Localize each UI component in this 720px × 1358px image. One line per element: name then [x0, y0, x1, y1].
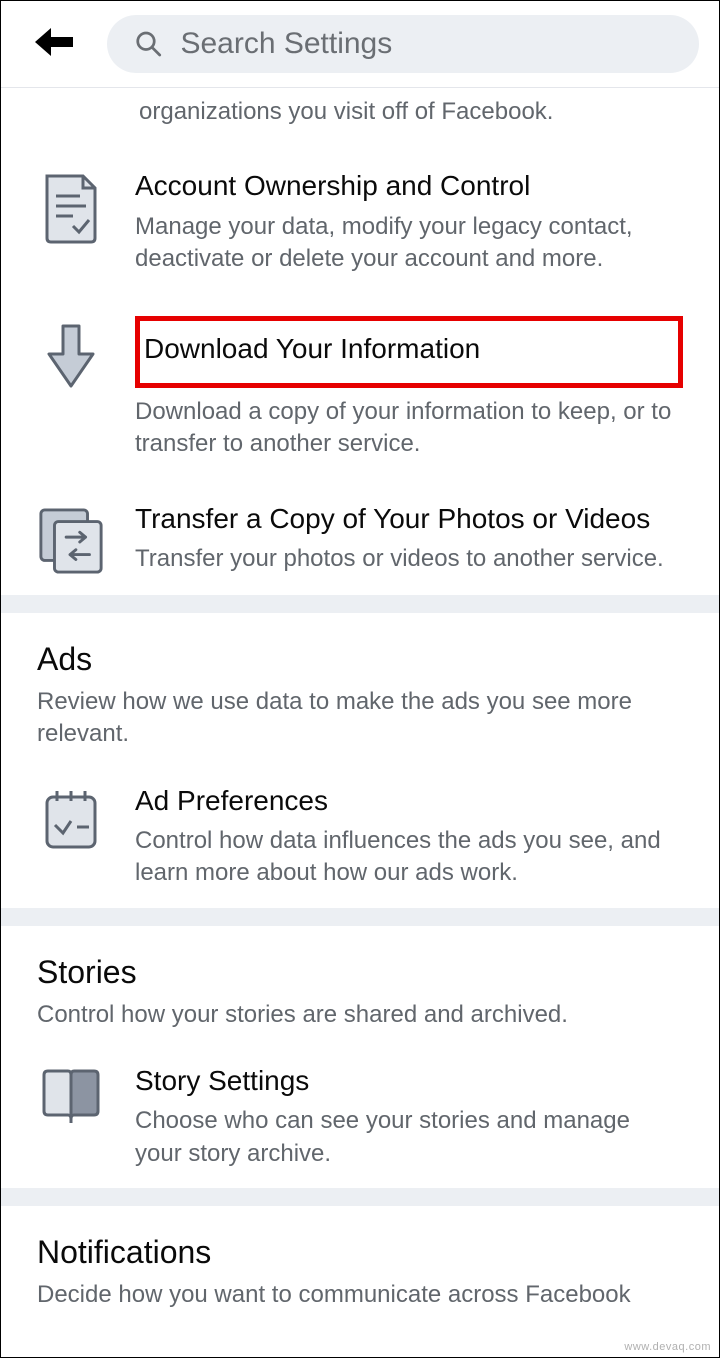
download-arrow-icon — [37, 316, 105, 392]
section-divider — [1, 908, 719, 926]
header — [1, 1, 719, 88]
book-icon — [37, 1063, 105, 1127]
item-transfer-copy[interactable]: Transfer a Copy of Your Photos or Videos… — [1, 479, 719, 595]
ads-section: Ads Review how we use data to make the a… — [1, 613, 719, 908]
stories-section: Stories Control how your stories are sha… — [1, 926, 719, 1189]
section-subtitle: Decide how you want to communicate acros… — [37, 1279, 683, 1311]
item-title: Transfer a Copy of Your Photos or Videos — [135, 501, 683, 537]
watermark: www.devaq.com — [624, 1341, 711, 1353]
item-title: Story Settings — [135, 1063, 683, 1099]
notifications-section: Notifications Decide how you want to com… — [1, 1206, 719, 1321]
item-download-information[interactable]: Download Your Information Download a cop… — [1, 294, 719, 479]
section-title: Notifications — [37, 1234, 683, 1271]
item-title: Account Ownership and Control — [135, 168, 683, 204]
item-description: Choose who can see your stories and mana… — [135, 1105, 683, 1170]
section-header: Stories Control how your stories are sha… — [1, 926, 719, 1041]
your-information-section: Account Ownership and Control Manage you… — [1, 146, 719, 594]
search-input[interactable] — [180, 27, 671, 61]
transfer-icon — [37, 501, 105, 577]
item-account-ownership[interactable]: Account Ownership and Control Manage you… — [1, 146, 719, 293]
item-description: Control how data influences the ads you … — [135, 825, 683, 890]
section-divider — [1, 1188, 719, 1206]
item-story-settings[interactable]: Story Settings Choose who can see your s… — [1, 1041, 719, 1188]
section-subtitle: Control how your stories are shared and … — [37, 999, 683, 1031]
item-description: Transfer your photos or videos to anothe… — [135, 543, 683, 575]
search-icon — [135, 29, 162, 59]
calendar-check-icon — [37, 783, 105, 851]
back-arrow-icon — [33, 26, 75, 58]
item-ad-preferences[interactable]: Ad Preferences Control how data influenc… — [1, 761, 719, 908]
section-title: Stories — [37, 954, 683, 991]
item-title: Download Your Information — [144, 331, 674, 367]
item-description: Download a copy of your information to k… — [135, 396, 683, 461]
back-button[interactable] — [33, 26, 75, 63]
section-title: Ads — [37, 641, 683, 678]
section-header: Ads Review how we use data to make the a… — [1, 613, 719, 761]
search-bar[interactable] — [107, 15, 699, 73]
item-title: Ad Preferences — [135, 783, 683, 819]
item-description: Manage your data, modify your legacy con… — [135, 211, 683, 276]
section-header: Notifications Decide how you want to com… — [1, 1206, 719, 1321]
truncated-description: organizations you visit off of Facebook. — [1, 88, 719, 146]
highlight-box: Download Your Information — [135, 316, 683, 388]
section-subtitle: Review how we use data to make the ads y… — [37, 686, 683, 751]
document-check-icon — [37, 168, 105, 244]
section-divider — [1, 595, 719, 613]
